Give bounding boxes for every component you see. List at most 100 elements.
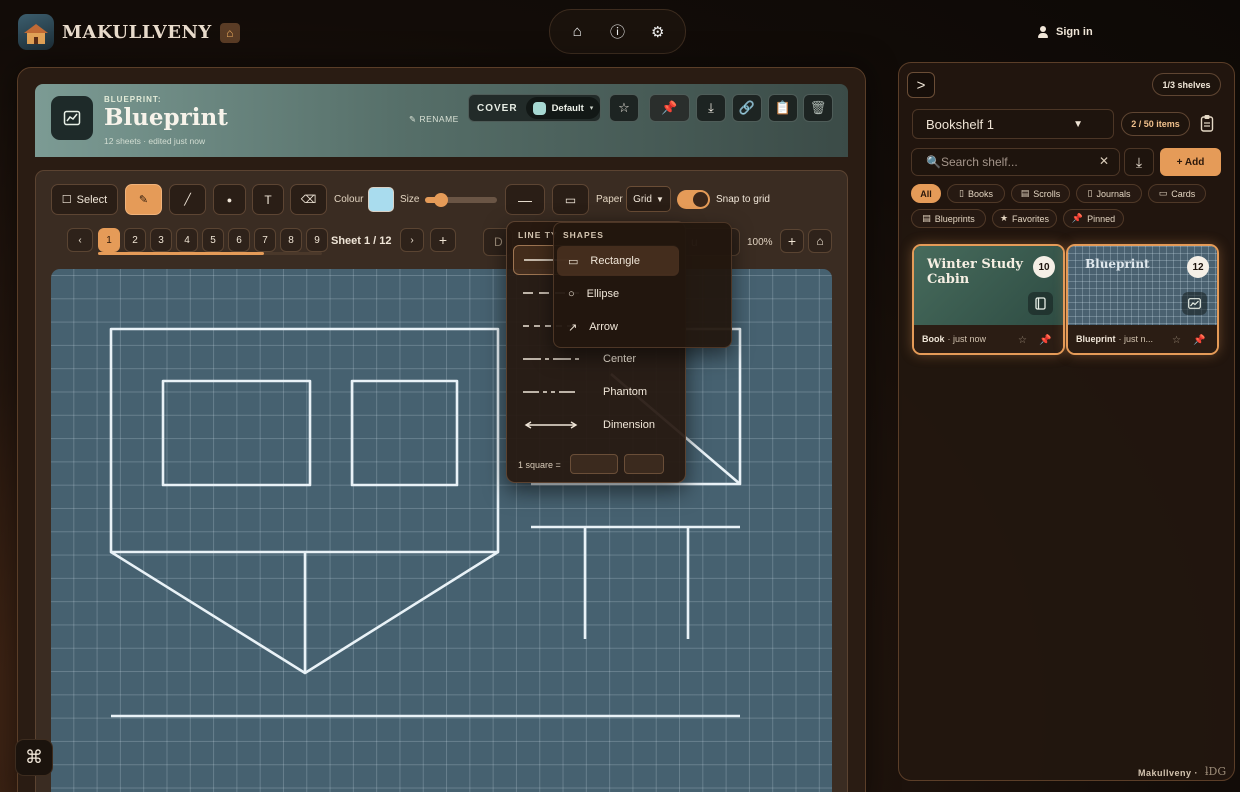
pin-icon: 📌	[661, 100, 678, 115]
shelf-card-blueprint[interactable]: Blueprint 12 Blueprint · just n... ☆ 📌	[1066, 244, 1219, 355]
zoom-in-button[interactable]: +	[780, 229, 804, 253]
center-line-icon	[523, 358, 579, 360]
paper-value: Grid	[633, 193, 652, 205]
shape-button[interactable]: ▭	[552, 184, 589, 215]
filter-icon: ▭	[1158, 188, 1168, 198]
pin-icon[interactable]: 📌	[1039, 335, 1051, 346]
sign-in-label: Sign in	[1056, 26, 1093, 38]
shape-ellipse[interactable]: ○ Ellipse	[557, 279, 679, 309]
sheet-page-button[interactable]: 6	[228, 228, 250, 252]
filter-chip-books[interactable]: ▯ Books	[947, 184, 1005, 203]
filter-chip-journals[interactable]: ▯ Journals	[1076, 184, 1142, 203]
pen-tool-button[interactable]: ✎	[125, 184, 162, 215]
close-icon[interactable]: ✕	[1099, 154, 1109, 168]
sheet-page-button[interactable]: 8	[280, 228, 302, 252]
brand[interactable]: MAKULLVENY ⌂	[18, 14, 240, 50]
home-icon[interactable]: ⌂	[564, 19, 590, 45]
select-icon: ☐	[61, 194, 72, 206]
pin-button[interactable]: 📌	[649, 94, 690, 122]
hidden-control-left-label: D	[494, 235, 503, 249]
prev-sheet-button[interactable]: ‹	[67, 228, 93, 252]
line-type-phantom[interactable]: Phantom	[513, 377, 679, 407]
card-count: 10	[1033, 256, 1055, 278]
star-icon[interactable]: ☆	[1018, 335, 1027, 346]
line-type-dimension[interactable]: Dimension	[513, 410, 679, 440]
shape-rectangle[interactable]: ▭ Rectangle	[557, 246, 679, 276]
shape-arrow[interactable]: ↗ Arrow	[557, 312, 679, 342]
command-button[interactable]: ⌘	[15, 739, 53, 776]
sheet-page-button[interactable]: 4	[176, 228, 198, 252]
size-slider[interactable]	[425, 193, 497, 207]
link-button[interactable]: 🔗	[732, 94, 762, 122]
caret-down-icon: ▼	[1073, 118, 1083, 130]
shelf-items-label: 2 / 50 items	[1131, 119, 1180, 129]
filter-chip-blueprints[interactable]: ▤ Blueprints	[911, 209, 986, 228]
cover-select[interactable]: Default ▾	[525, 97, 601, 119]
dot-tool-button[interactable]: ●	[213, 184, 246, 215]
pencil-icon: ✎	[409, 114, 420, 124]
download-button[interactable]: ⤓	[696, 94, 726, 122]
line-style-button[interactable]: —	[505, 184, 545, 215]
filter-chip-all[interactable]: All	[911, 184, 941, 203]
clipboard-button[interactable]: 📋	[768, 94, 798, 122]
scale-unit-input[interactable]	[624, 454, 664, 474]
collapse-shelf-button[interactable]: >	[907, 72, 935, 98]
sheet-page-button[interactable]: 7	[254, 228, 276, 252]
size-slider-knob[interactable]	[433, 193, 448, 207]
snap-toggle[interactable]	[677, 190, 710, 209]
eraser-tool-button[interactable]: ⌫	[290, 184, 327, 215]
paper-select[interactable]: Grid ▼	[626, 186, 671, 212]
sort-button[interactable]: ⤓	[1124, 148, 1154, 176]
card-actions: ☆ 📌	[1018, 335, 1051, 346]
sheet-progress	[98, 252, 322, 255]
chevron-left-icon: ‹	[78, 234, 82, 246]
favorite-button[interactable]: ☆	[609, 94, 639, 122]
star-icon[interactable]: ☆	[1172, 335, 1181, 346]
select-tool-button[interactable]: ☐ Select	[51, 184, 118, 215]
settings-icon[interactable]: ⚙	[645, 19, 671, 45]
sheet-label: Sheet 1 / 12	[331, 235, 392, 247]
filter-chip-cards[interactable]: ▭ Cards	[1148, 184, 1206, 203]
filter-label: Journals	[1096, 188, 1131, 199]
card-type: Blueprint	[1076, 334, 1116, 344]
trash-icon: 🗑	[809, 100, 827, 115]
next-sheet-button[interactable]: ›	[400, 228, 424, 252]
user-icon	[1038, 26, 1048, 38]
delete-button[interactable]: 🗑	[803, 94, 833, 122]
home-badge-icon: ⌂	[219, 23, 240, 43]
text-tool-button[interactable]: T	[252, 184, 284, 215]
line-tool-button[interactable]: ╱	[169, 184, 206, 215]
filter-chip-scrolls[interactable]: ▤ Scrolls	[1011, 184, 1070, 203]
sheet-page-button[interactable]: 9	[306, 228, 328, 252]
add-item-button[interactable]: + Add	[1160, 148, 1221, 176]
filter-chip-pinned[interactable]: 📌 Pinned	[1063, 209, 1124, 228]
shelf-select[interactable]: Bookshelf 1 ▼	[912, 109, 1114, 139]
sheet-progress-fill	[98, 252, 264, 255]
blueprint-icon	[1182, 292, 1207, 315]
sheet-page-button[interactable]: 5	[202, 228, 224, 252]
shelf-search-input[interactable]: 🔍Search shelf...	[911, 148, 1120, 176]
info-icon[interactable]: ⓘ	[605, 19, 631, 45]
add-sheet-button[interactable]: +	[430, 228, 456, 252]
filter-icon: ▤	[922, 213, 931, 223]
pin-icon[interactable]: 📌	[1193, 335, 1205, 346]
line-type-center[interactable]: Center	[513, 344, 679, 374]
sheet-page-button[interactable]: 2	[124, 228, 146, 252]
scale-value-input[interactable]	[570, 454, 618, 474]
rename-button[interactable]: ✎ RENAME	[409, 114, 459, 125]
clipboard-icon[interactable]	[1200, 114, 1214, 132]
fit-view-button[interactable]: ⌂	[808, 229, 832, 253]
shelf-items-badge: 2 / 50 items	[1121, 112, 1190, 136]
shelf-card-winter-study-cabin[interactable]: Winter Study Cabin 10 Book · just now ☆ 📌	[912, 244, 1065, 355]
filter-chip-favorites[interactable]: ★ Favorites	[992, 209, 1057, 228]
star-icon: ☆	[618, 100, 630, 115]
line-type-center-label: Center	[603, 353, 637, 365]
colour-swatch[interactable]	[368, 187, 394, 212]
sign-in-button[interactable]: Sign in	[1038, 22, 1093, 42]
window-right-stroke	[350, 379, 459, 487]
sheet-page-button[interactable]: 1	[98, 228, 120, 252]
sheet-page-button[interactable]: 3	[150, 228, 172, 252]
window-left-stroke	[161, 379, 312, 487]
filter-icon: 📌	[1071, 213, 1084, 223]
filter-icon: ★	[999, 213, 1009, 223]
